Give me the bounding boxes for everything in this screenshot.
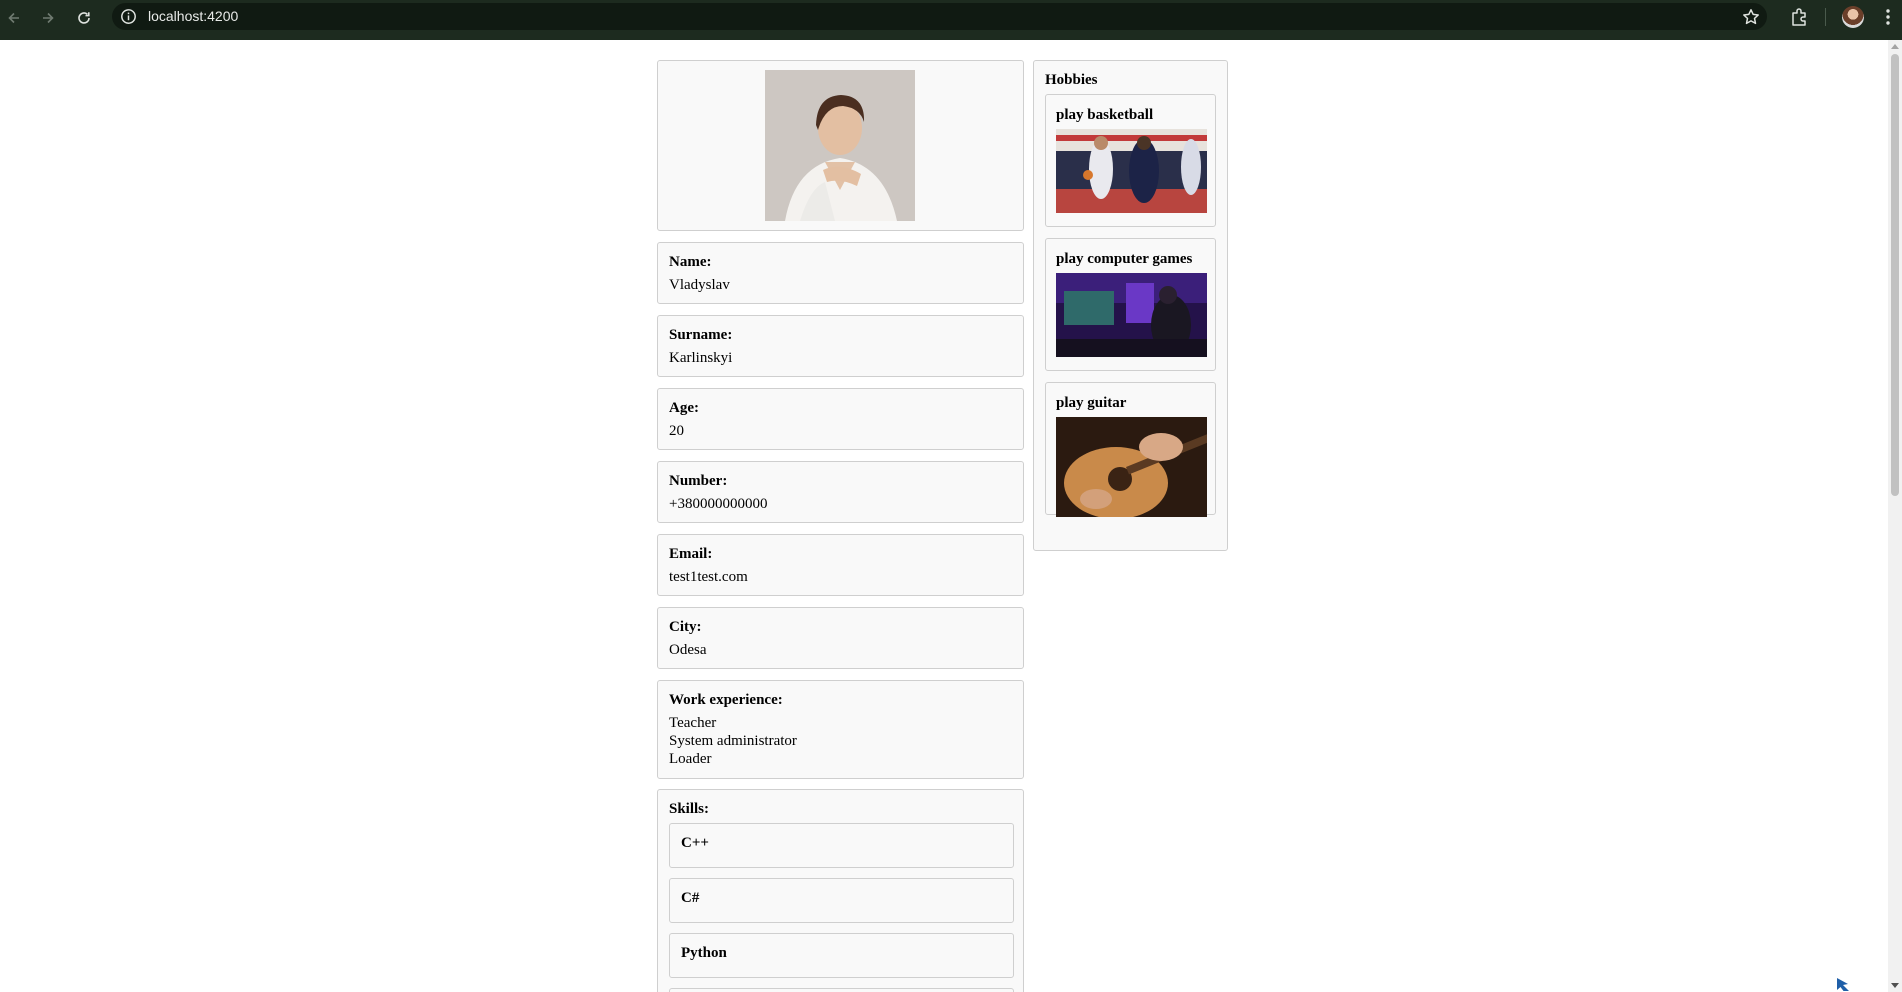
extensions-icon[interactable] [1788, 6, 1810, 28]
number-label: Number: [669, 473, 728, 489]
number-value: +380000000000 [669, 496, 768, 512]
url-text[interactable]: localhost:4200 [148, 8, 238, 24]
surname-value: Karlinskyi [669, 350, 733, 366]
scroll-up-icon[interactable] [1891, 44, 1899, 49]
work-experience-item: Teacher [669, 715, 717, 731]
skill-name: C++ [681, 835, 709, 851]
hobby-label: play computer games [1056, 251, 1193, 267]
menu-icon[interactable] [1882, 6, 1894, 28]
scrollbar-thumb[interactable] [1891, 54, 1899, 496]
back-icon[interactable] [2, 6, 26, 30]
hobby-label: play basketball [1056, 107, 1154, 123]
info-icon[interactable] [120, 8, 137, 25]
mouse-cursor-icon [1837, 978, 1849, 991]
hobby-item-basketball: play basketball [1045, 94, 1216, 227]
skill-name: C# [681, 890, 700, 906]
skills-label: Skills: [669, 801, 710, 817]
work-experience-label: Work experience: [669, 692, 783, 708]
forward-icon[interactable] [36, 6, 60, 30]
skill-item [669, 988, 1014, 992]
email-card: Email: test1test.com [657, 534, 1024, 596]
page-scrollbar[interactable] [1888, 40, 1902, 992]
city-value: Odesa [669, 642, 707, 658]
skill-name: Python [681, 945, 727, 961]
skill-item: Python [669, 933, 1014, 978]
hobby-label: play guitar [1056, 395, 1127, 411]
basketball-image [1056, 129, 1207, 213]
hobby-item-guitar: play guitar [1045, 382, 1216, 517]
city-card: City: Odesa [657, 607, 1024, 669]
profile-photo-card [657, 60, 1024, 231]
work-experience-item: Loader [669, 751, 712, 767]
hobby-item-computer-games: play computer games [1045, 238, 1216, 371]
name-value: Vladyslav [669, 277, 730, 293]
surname-card: Surname: Karlinskyi [657, 315, 1024, 377]
age-card: Age: 20 [657, 388, 1024, 450]
surname-label: Surname: [669, 327, 733, 343]
skills-card: Skills: C++ C# Python [657, 789, 1024, 992]
reload-icon[interactable] [72, 6, 96, 30]
age-label: Age: [669, 400, 699, 416]
address-bar[interactable]: localhost:4200 [112, 3, 1767, 30]
star-icon[interactable] [1741, 7, 1761, 27]
hobbies-title: Hobbies [1045, 72, 1098, 88]
computer-games-image [1056, 273, 1207, 357]
work-experience-card: Work experience: Teacher System administ… [657, 680, 1024, 779]
scroll-down-icon[interactable] [1891, 983, 1899, 988]
skill-item: C# [669, 878, 1014, 923]
hobbies-card: Hobbies play basketball play computer ga… [1033, 60, 1228, 551]
profile-photo [765, 70, 915, 221]
skill-item: C++ [669, 823, 1014, 868]
profile-avatar[interactable] [1842, 6, 1864, 28]
name-card: Name: Vladyslav [657, 242, 1024, 304]
email-label: Email: [669, 546, 713, 562]
city-label: City: [669, 619, 702, 635]
name-label: Name: [669, 254, 712, 270]
guitar-image [1056, 417, 1207, 517]
work-experience-item: System administrator [669, 733, 797, 749]
age-value: 20 [669, 423, 684, 439]
email-value: test1test.com [669, 569, 748, 585]
toolbar-divider [1825, 8, 1826, 26]
number-card: Number: +380000000000 [657, 461, 1024, 523]
browser-toolbar: localhost:4200 [0, 0, 1902, 40]
